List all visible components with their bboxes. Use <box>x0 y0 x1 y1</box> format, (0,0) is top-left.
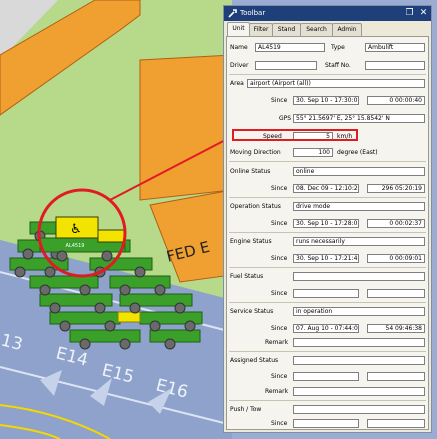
vehicle[interactable] <box>117 311 141 323</box>
operation-since-field[interactable]: 30. Sep 10 - 17:28:0 <box>293 219 359 228</box>
area-since-label: Since <box>271 97 288 104</box>
fuel-since-label: Since <box>271 290 288 297</box>
vehicle[interactable] <box>149 329 201 343</box>
area-duration-field[interactable]: 0 00:00:40 <box>367 96 425 105</box>
service-field[interactable]: in operation <box>293 307 425 316</box>
gps-label: GPS <box>279 115 292 122</box>
engine-since-field[interactable]: 30. Sep 10 - 17:21:4 <box>293 254 359 263</box>
operation-since-label: Since <box>271 220 288 227</box>
wheelchair-icon: ♿ <box>70 222 82 237</box>
separator <box>229 232 426 233</box>
close-icon[interactable]: ✕ <box>418 8 429 18</box>
tab-unit[interactable]: Unit <box>227 22 250 36</box>
fuel-duration-field[interactable] <box>367 289 425 298</box>
engine-field[interactable]: runs necessarily <box>293 237 425 246</box>
type-label: Type <box>331 44 345 51</box>
vehicle-label: AL4519 <box>66 243 85 249</box>
area-since-field[interactable]: 30. Sep 10 - 17:30:0 <box>293 96 359 105</box>
title-bar[interactable]: Toolbar ❐ ✕ <box>224 6 431 21</box>
area-field[interactable]: airport (Airport (all)) <box>247 79 425 88</box>
online-since-field[interactable]: 08. Dec 09 - 12:10:2 <box>293 184 359 193</box>
type-field[interactable]: Ambulift <box>365 43 425 52</box>
service-label: Service Status <box>230 308 274 315</box>
separator <box>229 161 426 162</box>
tab-filter[interactable]: Filter <box>249 23 273 36</box>
wrench-icon <box>228 9 237 18</box>
service-since-field[interactable]: 07. Aug 10 - 07:44:0 <box>293 324 359 333</box>
separator <box>229 267 426 268</box>
name-label: Name <box>230 44 248 51</box>
operation-duration-field[interactable]: 0 00:02:37 <box>367 219 425 228</box>
push-tow-duration-field[interactable] <box>367 419 425 428</box>
assigned-remark-label: Remark <box>265 388 289 395</box>
service-duration-field[interactable]: 54 09:46:38 <box>367 324 425 333</box>
wheel <box>56 250 68 262</box>
unit-pane: Name AL4519 Type Ambulift Driver Staff N… <box>226 36 429 430</box>
service-since-label: Since <box>271 325 288 332</box>
assigned-since-field[interactable] <box>293 372 359 381</box>
window-title: Toolbar <box>240 9 266 17</box>
fuel-since-field[interactable] <box>293 289 359 298</box>
fuel-label: Fuel Status <box>230 273 264 280</box>
gps-field[interactable]: 55° 21.5697' E, 25° 15.8542' N <box>293 114 425 123</box>
engine-label: Engine Status <box>230 238 272 245</box>
wheel <box>101 250 113 262</box>
separator <box>229 400 426 401</box>
staff-label: Staff No. <box>325 62 351 69</box>
online-field[interactable]: online <box>293 167 425 176</box>
engine-duration-field[interactable]: 0 00:09:01 <box>367 254 425 263</box>
direction-label: Moving Direction <box>230 149 281 156</box>
assigned-duration-field[interactable] <box>367 372 425 381</box>
push-tow-label: Push / Tow <box>230 406 262 413</box>
operation-label: Operation Status <box>230 203 281 210</box>
operation-field[interactable]: drive mode <box>293 202 425 211</box>
separator <box>229 351 426 352</box>
push-tow-since-field[interactable] <box>293 419 359 428</box>
vehicle-front <box>97 229 125 243</box>
assigned-field[interactable] <box>293 356 425 365</box>
assigned-remark-field[interactable] <box>293 387 425 396</box>
push-tow-since-label: Since <box>271 420 288 427</box>
name-field[interactable]: AL4519 <box>255 43 325 52</box>
restore-icon[interactable]: ❐ <box>404 8 415 18</box>
speed-highlight-box <box>232 129 358 141</box>
separator <box>229 74 426 75</box>
separator <box>229 197 426 198</box>
driver-field[interactable] <box>255 61 317 70</box>
online-label: Online Status <box>230 168 271 175</box>
staff-field[interactable] <box>365 61 425 70</box>
tab-stand[interactable]: Stand <box>272 23 301 36</box>
separator <box>229 302 426 303</box>
online-duration-field[interactable]: 296 05:20:19 <box>367 184 425 193</box>
assigned-since-label: Since <box>271 373 288 380</box>
area-label: Area <box>230 80 244 87</box>
fuel-field[interactable] <box>293 272 425 281</box>
driver-label: Driver <box>230 62 249 69</box>
service-remark-field[interactable] <box>293 338 425 347</box>
online-since-label: Since <box>271 185 288 192</box>
direction-field[interactable]: 100 <box>293 148 333 157</box>
engine-since-label: Since <box>271 255 288 262</box>
toolbar-window: Toolbar ❐ ✕ Unit Filter Stand Search Adm… <box>223 5 432 433</box>
direction-unit: degree (East) <box>337 149 378 156</box>
push-tow-field[interactable] <box>293 405 425 414</box>
vehicle[interactable] <box>69 329 141 343</box>
tab-search[interactable]: Search <box>300 23 333 36</box>
tab-admin[interactable]: Admin <box>332 23 362 36</box>
service-remark-label: Remark <box>265 339 289 346</box>
assigned-label: Assigned Status <box>230 357 279 364</box>
